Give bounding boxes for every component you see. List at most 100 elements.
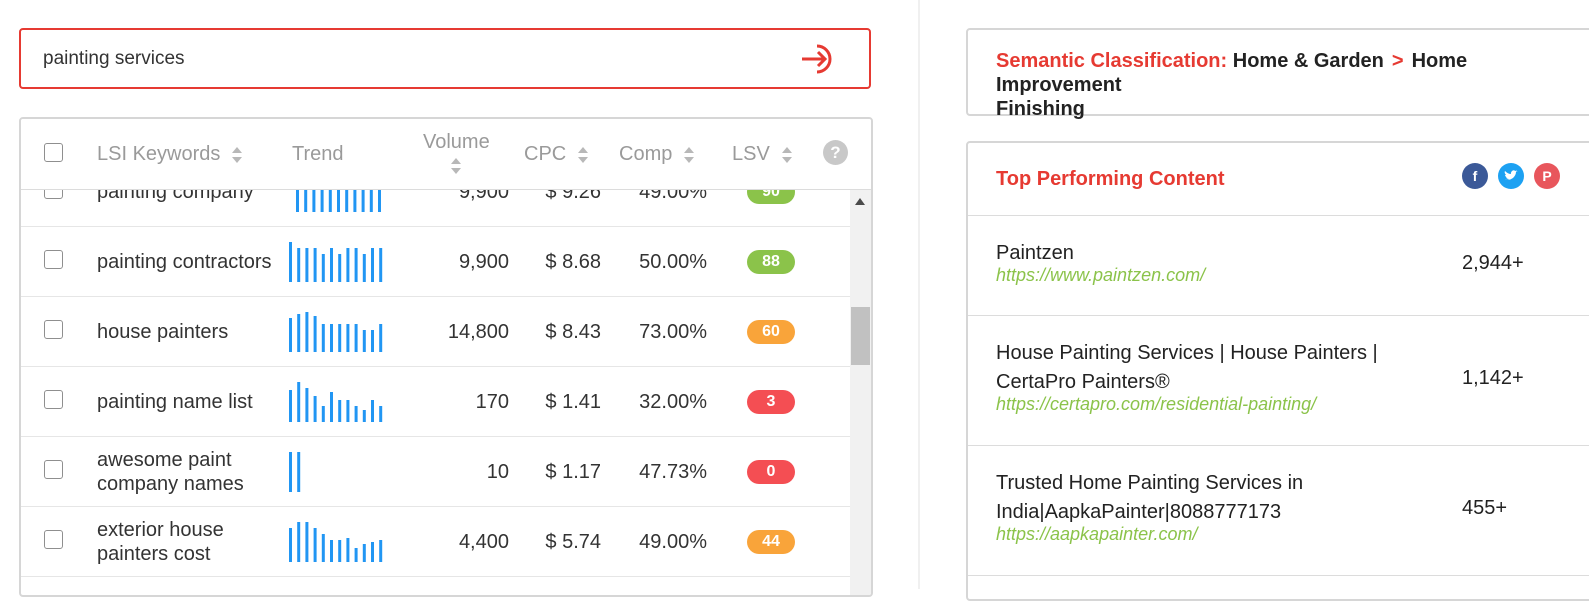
comp-cell: 49.00% bbox=[639, 531, 707, 553]
share-count: 2,944+ bbox=[1462, 252, 1524, 274]
header-cpc[interactable]: CPC bbox=[524, 143, 589, 166]
select-all-checkbox[interactable] bbox=[44, 143, 63, 162]
trend-bar bbox=[337, 189, 340, 212]
table-row[interactable]: painting contractors 9,900 $ 8.68 50.00% 88 bbox=[21, 227, 850, 297]
trend-bar bbox=[354, 248, 358, 282]
trend-bar bbox=[379, 248, 383, 282]
share-count: 1,142+ bbox=[1462, 367, 1524, 389]
facebook-icon[interactable]: f bbox=[1462, 163, 1488, 189]
trend-bar bbox=[289, 452, 292, 492]
trend-bar bbox=[289, 318, 292, 352]
content-item[interactable]: Trusted Home Painting Services in India|… bbox=[968, 445, 1589, 576]
table-row[interactable]: awesome paint company names 10 $ 1.17 47.73… bbox=[21, 437, 850, 507]
trend-bar bbox=[330, 324, 333, 352]
trend-bar bbox=[378, 189, 381, 212]
trend-sparkline bbox=[289, 452, 301, 492]
row-checkbox[interactable] bbox=[44, 390, 63, 409]
trend-bar bbox=[330, 540, 333, 562]
trend-bar bbox=[321, 406, 325, 422]
trend-bar bbox=[313, 316, 317, 352]
volume-cell: 9,900 bbox=[458, 251, 509, 273]
comp-cell: 73.00% bbox=[639, 321, 707, 343]
keyword-cell: painting contractors bbox=[97, 251, 272, 273]
trend-bar bbox=[346, 400, 350, 422]
trend-sparkline bbox=[296, 189, 381, 212]
trend-bar bbox=[353, 189, 357, 212]
trend-bar bbox=[297, 522, 301, 562]
row-checkbox[interactable] bbox=[44, 189, 63, 199]
content-url-link[interactable]: https://www.paintzen.com/ bbox=[996, 265, 1205, 286]
trend-bar bbox=[297, 452, 301, 492]
trend-bar bbox=[346, 538, 350, 562]
row-checkbox[interactable] bbox=[44, 530, 63, 549]
trend-bar bbox=[321, 254, 325, 282]
comp-cell: 32.00% bbox=[639, 391, 707, 413]
trend-bar bbox=[305, 248, 309, 282]
trend-bar bbox=[362, 330, 366, 352]
content-title[interactable]: Trusted Home Painting Services in India|… bbox=[996, 469, 1416, 527]
content-item[interactable]: Paintzen https://www.paintzen.com/2,944+ bbox=[968, 215, 1589, 316]
share-count: 455+ bbox=[1462, 497, 1508, 519]
trend-bar bbox=[297, 248, 301, 282]
table-row[interactable]: painting company 9,900 $ 9.26 49.00% 90 bbox=[21, 189, 850, 227]
top-performing-content: Top Performing Content f P Paintzen https… bbox=[966, 141, 1589, 601]
sort-icon bbox=[578, 146, 589, 163]
content-url-link[interactable]: https://aapkapainter.com/ bbox=[996, 524, 1197, 545]
trend-bar bbox=[379, 540, 383, 562]
cpc-cell: $ 8.43 bbox=[545, 321, 601, 343]
volume-cell: 9,900 bbox=[458, 189, 509, 203]
table-body: painting company 9,900 $ 9.26 49.00% 90 paint… bbox=[21, 189, 850, 595]
trend-bar bbox=[330, 248, 333, 282]
trend-bar bbox=[371, 248, 374, 282]
cpc-cell: $ 5.74 bbox=[545, 531, 601, 553]
table-scrollbar[interactable] bbox=[850, 189, 871, 595]
content-item[interactable]: House Painting Services | House Painters… bbox=[968, 315, 1589, 446]
header-lsi-keywords[interactable]: LSI Keywords bbox=[97, 143, 243, 166]
category-home-garden[interactable]: Home & Garden bbox=[1233, 50, 1384, 72]
trend-bar bbox=[305, 312, 309, 352]
top-content-title: Top Performing Content bbox=[996, 168, 1225, 190]
row-checkbox[interactable] bbox=[44, 250, 63, 269]
help-icon[interactable]: ? bbox=[823, 140, 848, 165]
scrollbar-thumb[interactable] bbox=[851, 307, 870, 365]
content-title[interactable]: House Painting Services | House Painters… bbox=[996, 339, 1416, 397]
trend-bar bbox=[305, 388, 309, 422]
trend-bar bbox=[338, 540, 342, 562]
keyword-cell: house painters bbox=[97, 321, 229, 343]
scroll-up-arrow-icon[interactable] bbox=[855, 198, 865, 205]
sort-icon bbox=[781, 146, 792, 163]
header-comp[interactable]: Comp bbox=[619, 143, 695, 166]
content-url-link[interactable]: https://certapro.com/residential-paintin… bbox=[996, 394, 1316, 415]
twitter-icon[interactable] bbox=[1498, 163, 1524, 189]
row-checkbox[interactable] bbox=[44, 320, 63, 339]
header-lsv[interactable]: LSV bbox=[732, 143, 792, 166]
header-volume[interactable]: Volume bbox=[423, 131, 490, 174]
trend-bar bbox=[379, 324, 383, 352]
trend-bar bbox=[362, 254, 366, 282]
trend-bar bbox=[346, 248, 350, 282]
sort-icon bbox=[232, 146, 243, 163]
search-input[interactable] bbox=[43, 44, 783, 74]
chevron-right-icon: > bbox=[1391, 50, 1404, 72]
trend-bar bbox=[321, 534, 325, 562]
table-row[interactable]: exterior house painters cost 4,400 $ 5.74 4… bbox=[21, 507, 850, 577]
trend-bar bbox=[346, 324, 350, 352]
table-row[interactable]: painting name list 170 $ 1.41 32.00% 3 bbox=[21, 367, 850, 437]
trend-bar bbox=[361, 189, 365, 212]
category-finishing[interactable]: Finishing bbox=[996, 98, 1085, 120]
content-title[interactable]: Paintzen bbox=[996, 239, 1416, 268]
keyword-cell: awesome paint company names bbox=[97, 449, 244, 495]
top-content-header: Top Performing Content f P bbox=[968, 143, 1589, 216]
trend-bar bbox=[330, 392, 333, 422]
trend-bar bbox=[338, 400, 342, 422]
table-row[interactable]: house painters 14,800 $ 8.43 73.00% 60 bbox=[21, 297, 850, 367]
trend-bar bbox=[297, 382, 301, 422]
semantic-classification: Semantic Classification: Home & Garden > H… bbox=[966, 28, 1589, 120]
keyword-cell: painting name list bbox=[97, 391, 253, 413]
search-submit-button[interactable] bbox=[799, 40, 841, 78]
trend-bar bbox=[312, 189, 316, 212]
trend-sparkline bbox=[289, 242, 383, 282]
pinterest-icon[interactable]: P bbox=[1534, 163, 1560, 189]
lsv-badge: 0 bbox=[747, 460, 795, 484]
row-checkbox[interactable] bbox=[44, 460, 63, 479]
